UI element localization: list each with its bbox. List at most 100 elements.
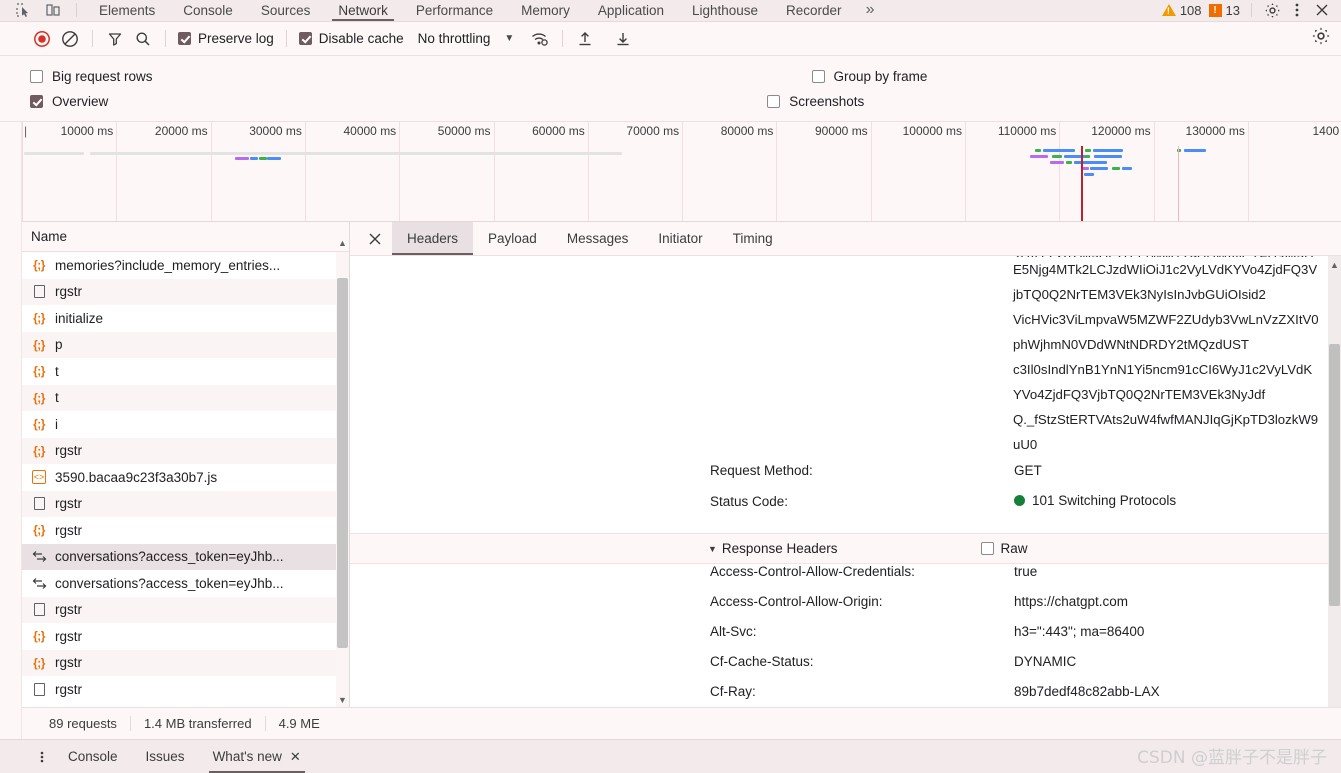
close-icon[interactable] (358, 222, 392, 255)
request-row[interactable]: conversations?access_token=eyJhb... (22, 544, 349, 571)
tab-application[interactable]: Application (584, 0, 678, 21)
request-row[interactable]: rgstr (22, 597, 349, 624)
drawer-tab-console-label: Console (68, 749, 118, 764)
overview-tick: 70000 ms (682, 122, 683, 222)
tab-elements[interactable]: Elements (85, 0, 169, 21)
close-icon[interactable] (1313, 1, 1331, 19)
throttling-select[interactable]: No throttling (418, 31, 491, 46)
request-row[interactable]: rgstr (22, 279, 349, 306)
more-tabs-button[interactable]: » (856, 0, 885, 21)
response-header-row: Cf-Ray:89b7dedf48c82abb-LAX (350, 684, 1341, 707)
request-column-header[interactable]: Name (22, 222, 349, 252)
scroll-down-arrow-icon[interactable]: ▼ (336, 693, 349, 707)
kebab-menu-icon[interactable] (30, 740, 54, 773)
tab-performance[interactable]: Performance (402, 0, 507, 21)
kebab-menu-icon[interactable] (1288, 1, 1306, 19)
network-conditions-icon[interactable] (526, 26, 554, 52)
overview-tick-label: 20000 ms (155, 124, 208, 138)
token-line-1: E5Njg4MTk2LCJzdWIiOiJ1c2VyLVdKYVo4ZjdFQ3… (1013, 262, 1317, 302)
request-row[interactable]: conversations?access_token=eyJhb... (22, 570, 349, 597)
clear-button[interactable] (56, 26, 84, 52)
tab-sources[interactable]: Sources (247, 0, 325, 21)
scroll-up-arrow-icon[interactable]: ▲ (336, 236, 349, 250)
request-row[interactable]: {;}rgstr (22, 438, 349, 465)
response-header-row: Access-Control-Allow-Origin:https://chat… (350, 594, 1341, 624)
request-row[interactable]: {;}t (22, 358, 349, 385)
request-row[interactable]: rgstr (22, 491, 349, 518)
tab-console[interactable]: Console (169, 0, 247, 21)
overview-checkbox[interactable]: Overview (30, 94, 108, 109)
tab-messages[interactable]: Messages (552, 222, 644, 255)
status-code-text: 101 Switching Protocols (1032, 493, 1176, 508)
export-har-icon[interactable] (609, 26, 637, 52)
request-row[interactable]: rgstr (22, 676, 349, 703)
overview-request-bar (235, 157, 249, 160)
drawer-tab-console[interactable]: Console (54, 740, 132, 773)
raw-checkbox[interactable]: Raw (981, 541, 1028, 556)
checkbox-box (767, 95, 780, 108)
group-by-frame-label: Group by frame (834, 69, 928, 84)
filter-icon[interactable] (101, 26, 129, 52)
request-name: rgstr (55, 629, 82, 644)
tab-recorder[interactable]: Recorder (772, 0, 856, 21)
network-settings-gear-icon[interactable] (1311, 26, 1331, 49)
request-row[interactable]: {;}p (22, 332, 349, 359)
document-icon (31, 681, 47, 697)
gear-icon[interactable] (1263, 1, 1281, 19)
scrollbar-thumb[interactable] (337, 278, 348, 648)
response-headers-section-header[interactable]: ▼ Response Headers Raw (350, 533, 1341, 564)
scroll-up-arrow-icon[interactable]: ▲ (1328, 258, 1341, 272)
tab-memory[interactable]: Memory (507, 0, 584, 21)
screenshots-checkbox[interactable]: Screenshots (767, 94, 864, 109)
status-code-row: Status Code: 101 Switching Protocols (350, 493, 1341, 523)
request-row[interactable]: {;}rgstr (22, 623, 349, 650)
tab-network[interactable]: Network (324, 0, 402, 21)
request-list-scrollbar[interactable]: ▲ ▼ (336, 252, 349, 707)
group-by-frame-checkbox[interactable]: Group by frame (812, 69, 928, 84)
overview-request-bar (250, 157, 258, 160)
tab-headers[interactable]: Headers (392, 222, 473, 255)
tab-payload[interactable]: Payload (473, 222, 552, 255)
warning-badge[interactable]: 108 (1162, 3, 1202, 18)
request-row[interactable]: <>3590.bacaa9c23f3a30b7.js (22, 464, 349, 491)
overview-tick: 10000 ms (116, 122, 117, 222)
close-icon[interactable]: ✕ (290, 749, 301, 765)
overview-tick: 100000 ms (965, 122, 966, 222)
drawer-tab-whats-new-label: What's new (213, 749, 282, 764)
import-har-icon[interactable] (571, 26, 599, 52)
disable-cache-checkbox[interactable]: Disable cache (295, 31, 408, 46)
scrollbar-thumb[interactable] (1329, 344, 1340, 606)
chevron-down-icon[interactable]: ▼ (504, 33, 514, 44)
request-row[interactable]: {;}t (22, 385, 349, 412)
request-row[interactable]: {;}initialize (22, 305, 349, 332)
record-button[interactable] (28, 26, 56, 52)
settings-row-2: Overview Screenshots (30, 89, 1341, 114)
tab-initiator[interactable]: Initiator (643, 222, 717, 255)
overview-left-edge (22, 122, 23, 222)
network-overview[interactable]: | 10000 ms20000 ms30000 ms40000 ms50000 … (0, 122, 1341, 222)
search-icon[interactable] (129, 26, 157, 52)
tab-lighthouse[interactable]: Lighthouse (678, 0, 772, 21)
detail-scrollbar[interactable]: ▲ (1328, 256, 1341, 707)
raw-label: Raw (1001, 541, 1028, 556)
response-header-value: 89b7dedf48c82abb-LAX (1014, 684, 1160, 699)
request-row[interactable]: {;}rgstr (22, 517, 349, 544)
error-badge[interactable]: ! 13 (1209, 3, 1240, 18)
overview-request-bar (24, 152, 84, 155)
tab-timing[interactable]: Timing (718, 222, 788, 255)
network-status-bar: 89 requests 1.4 MB transferred 4.9 ME (22, 707, 1341, 739)
request-row[interactable]: {;}rgstr (22, 650, 349, 677)
overview-tick-label: 110000 ms (998, 124, 1056, 138)
drawer-tab-whats-new[interactable]: What's new ✕ (199, 740, 315, 773)
big-request-rows-checkbox[interactable]: Big request rows (30, 69, 153, 84)
inspect-element-icon[interactable] (14, 1, 32, 19)
drawer-tab-issues[interactable]: Issues (132, 740, 199, 773)
request-row[interactable]: {;}memories?include_memory_entries... (22, 252, 349, 279)
preserve-log-checkbox[interactable]: Preserve log (174, 31, 278, 46)
toolbar-divider (1251, 3, 1252, 17)
chevron-down-icon[interactable]: ▼ (708, 544, 717, 554)
device-toolbar-icon[interactable] (44, 1, 62, 19)
overview-request-bar (90, 152, 622, 155)
request-row[interactable]: {;}i (22, 411, 349, 438)
overview-pink-marker (1178, 146, 1179, 222)
